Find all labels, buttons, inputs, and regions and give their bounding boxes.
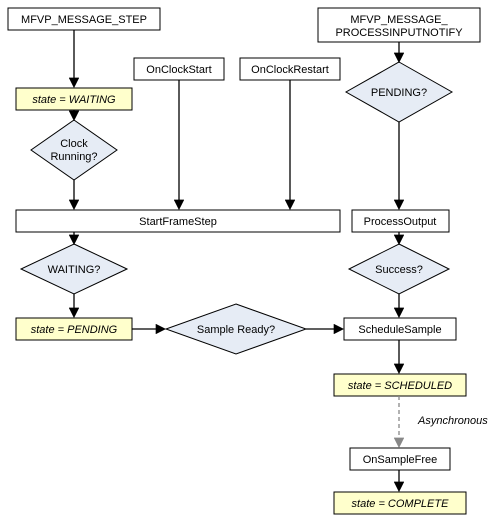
label-processoutput: ProcessOutput (364, 216, 437, 228)
label-pendingq: PENDING? (371, 87, 427, 99)
label-waitingq: WAITING? (48, 264, 101, 276)
label-schedulesample: ScheduleSample (358, 324, 441, 336)
label-state-pending: state = PENDING (31, 324, 118, 336)
label-state-waiting: state = WAITING (32, 94, 116, 106)
label-onclockstart: OnClockStart (146, 64, 211, 76)
label-sampleready: Sample Ready? (197, 324, 275, 336)
label-msg-process-line1: MFVP_MESSAGE_ (350, 14, 448, 26)
node-clockrunning (31, 120, 117, 180)
label-clockrunning-line2: Running? (50, 151, 97, 163)
label-successq: Success? (375, 264, 423, 276)
flowchart-canvas: MFVP_MESSAGE_STEP MFVP_MESSAGE_ PROCESSI… (0, 0, 500, 521)
label-msg-step: MFVP_MESSAGE_STEP (21, 14, 147, 26)
label-async: Asynchronous (417, 415, 488, 427)
label-msg-process-line2: PROCESSINPUTNOTIFY (335, 27, 463, 39)
label-state-complete: state = COMPLETE (352, 498, 450, 510)
label-onclockrestart: OnClockRestart (251, 64, 329, 76)
label-onsamplefree: OnSampleFree (363, 454, 438, 466)
label-startframestep: StartFrameStep (139, 216, 217, 228)
label-clockrunning-line1: Clock (60, 138, 88, 150)
label-state-scheduled: state = SCHEDULED (348, 380, 452, 392)
